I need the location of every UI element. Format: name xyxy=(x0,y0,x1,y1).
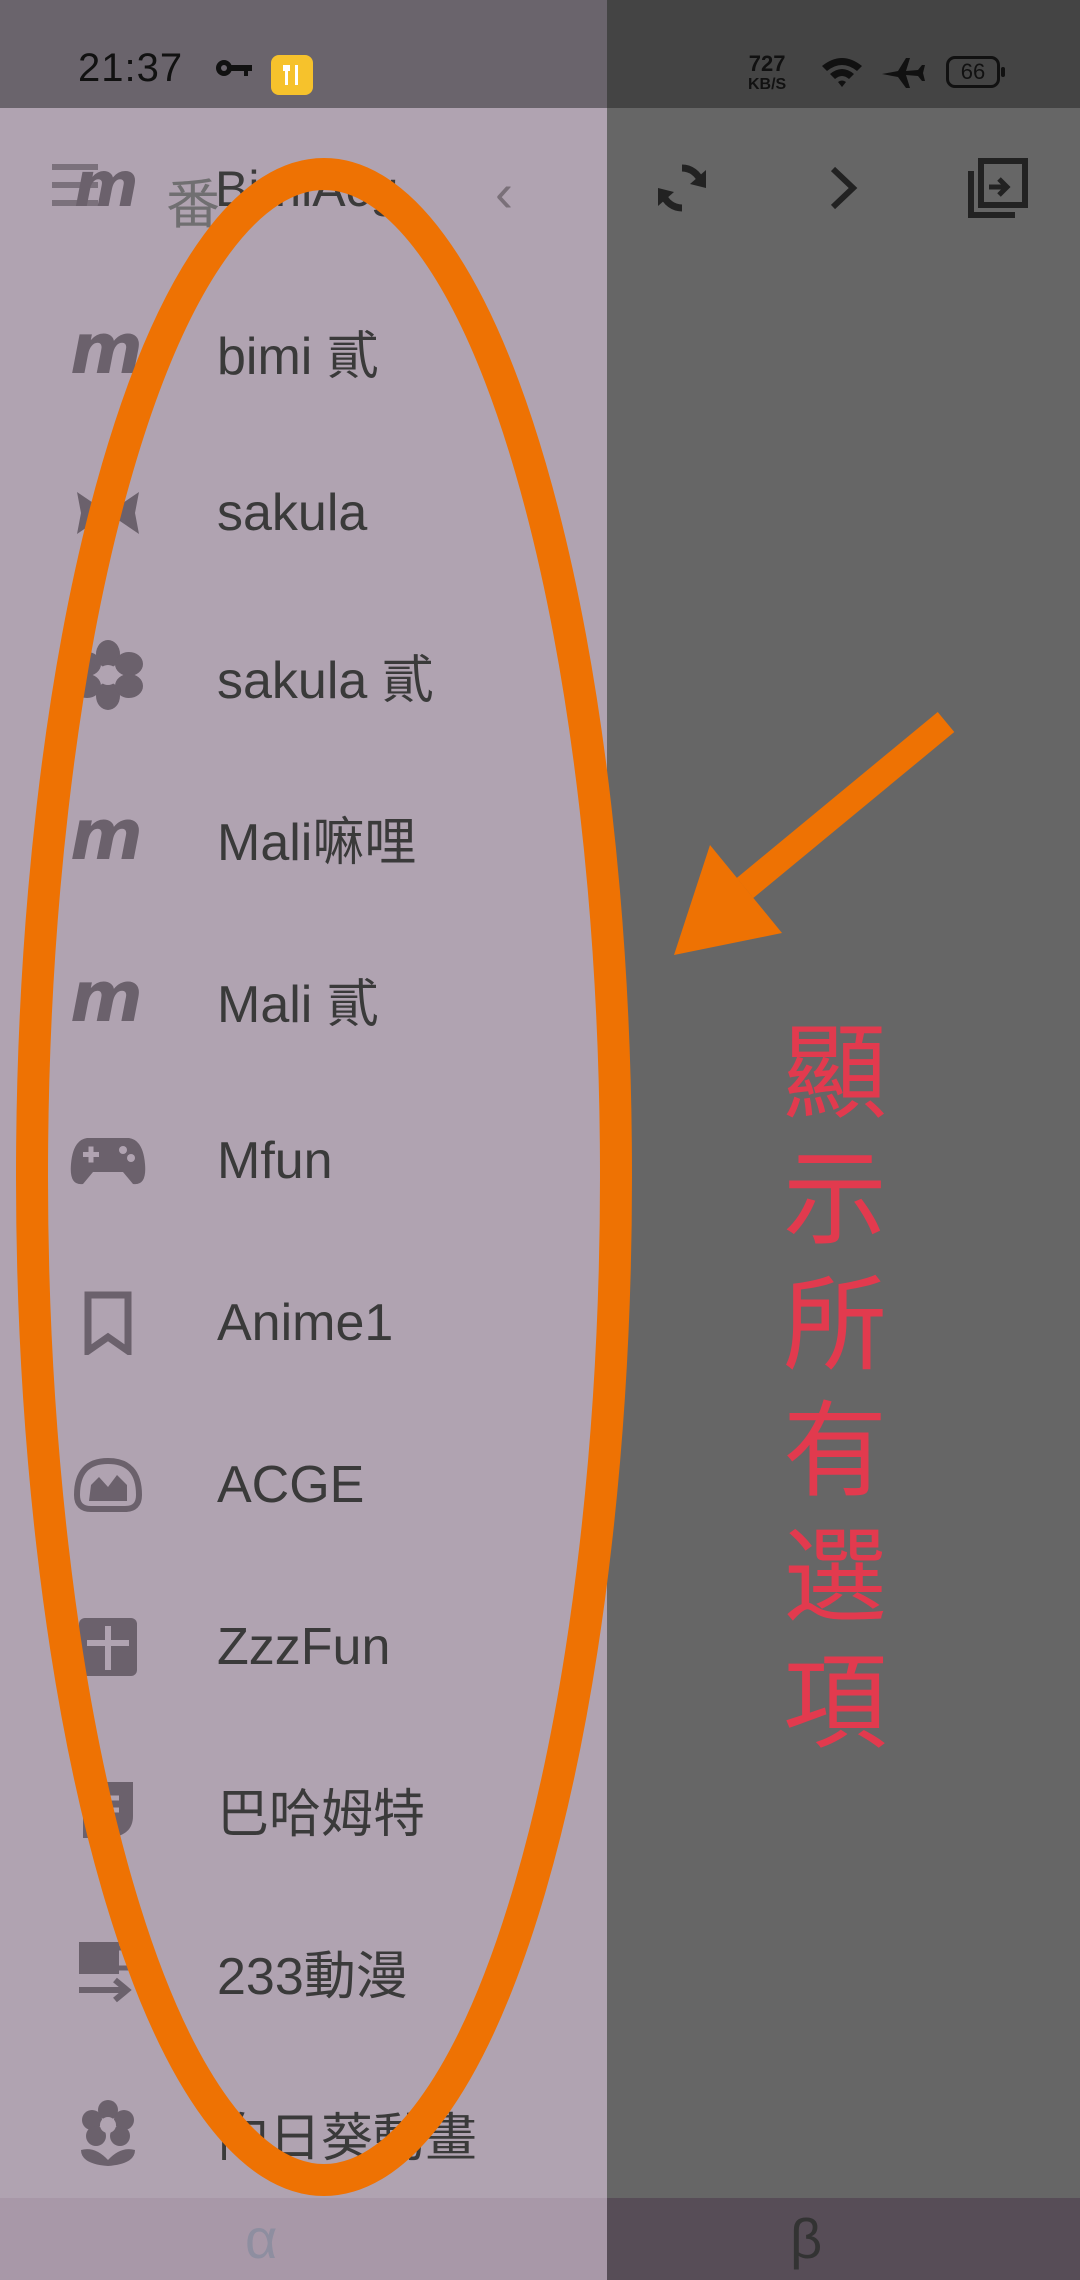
tab-alpha[interactable]: α xyxy=(245,2206,277,2271)
airplane-mode-icon xyxy=(882,58,925,88)
annotation-char: 選 xyxy=(782,1516,887,1638)
svg-text:m: m xyxy=(74,156,139,214)
drawer-item-sakula2[interactable]: sakula 貳 xyxy=(0,594,607,756)
drawer-item-mali2[interactable]: m Mali 貳 xyxy=(0,918,607,1080)
bow-icon xyxy=(68,473,148,553)
annotation-char: 所 xyxy=(782,1264,887,1386)
app-notification-icon xyxy=(271,55,313,95)
drawer-item-label: sakula xyxy=(217,484,368,542)
drawer-item-bimi2[interactable]: m bimi 貳 xyxy=(0,270,607,432)
battery-icon: 66 xyxy=(946,56,1005,88)
annotation-char: 有 xyxy=(782,1390,887,1512)
drawer-item-anime1[interactable]: Anime1 xyxy=(0,1242,607,1404)
drawer-header-title: BimiAcg xyxy=(215,161,399,217)
annotation-char: 項 xyxy=(782,1642,887,1764)
forward-chevron-icon xyxy=(830,166,858,210)
gamepad-icon xyxy=(68,1121,148,1201)
m-logo-icon: m xyxy=(68,311,148,391)
bookmark-icon xyxy=(68,1283,148,1363)
cup-arrow-icon xyxy=(68,1931,148,2011)
drawer-header-prefix: 番 xyxy=(166,175,220,235)
exit-icon xyxy=(968,158,1028,218)
menu-icon[interactable]: m xyxy=(52,156,142,214)
drawer-item-233[interactable]: 233動漫 xyxy=(0,1890,607,2052)
drawer-item-label: Mfun xyxy=(217,1132,333,1190)
drawer-item-sakula[interactable]: sakula xyxy=(0,432,607,594)
wifi-icon xyxy=(822,58,862,87)
forward-button[interactable] xyxy=(808,153,878,223)
drawer-item-label: ACGE xyxy=(217,1456,365,1514)
drawer-item-label: Mali 貳 xyxy=(217,975,379,1034)
drawer-item-label: 233動漫 xyxy=(217,1947,408,2006)
key-icon xyxy=(216,60,252,76)
drawer-item-zzzfun[interactable]: ZzzFun xyxy=(0,1566,607,1728)
drawer-item-mfun[interactable]: Mfun xyxy=(0,1080,607,1242)
main-toolbar xyxy=(607,108,1080,268)
drawer-item-bahamut[interactable]: 巴哈姆特 xyxy=(0,1728,607,1890)
annotation-text: 顯 示 所 有 選 項 xyxy=(782,1010,888,1766)
network-speed-unit: KB/S xyxy=(748,76,787,93)
drawer-item-label: Mali嘛哩 xyxy=(217,813,417,872)
annotation-arrow-head xyxy=(674,845,782,955)
drawer-header: m 番 BimiAcg ‹ xyxy=(0,108,607,270)
drawer-item-label: bimi 貳 xyxy=(217,327,379,386)
drawer-item-sunflower[interactable]: 向日葵動畫 xyxy=(0,2052,607,2198)
network-speed-value: 727 xyxy=(748,51,786,76)
drawer-item-label: ZzzFun xyxy=(217,1618,391,1676)
refresh-button[interactable] xyxy=(647,153,717,223)
drawer-item-acge[interactable]: ACGE xyxy=(0,1404,607,1566)
drawer-item-label: sakula 貳 xyxy=(217,651,434,710)
shield-icon xyxy=(68,1769,148,1849)
plus-box-icon xyxy=(68,1607,148,1687)
network-speed: 727 KB/S xyxy=(748,53,786,95)
drawer-item-mali[interactable]: m Mali嘛哩 xyxy=(0,756,607,918)
svg-text:m: m xyxy=(70,969,143,1029)
refresh-icon xyxy=(658,164,706,212)
status-time: 21:37 xyxy=(78,46,184,90)
m-logo-icon: m xyxy=(68,797,148,877)
bottom-bar-right xyxy=(607,2198,1080,2280)
annotation-arrow-shaft xyxy=(736,711,955,899)
drawer-item-label: Anime1 xyxy=(217,1294,394,1352)
status-bar: 21:37 727 KB/S 66 xyxy=(0,0,1080,108)
basket-icon xyxy=(68,1445,148,1525)
drawer-item-label: 巴哈姆特 xyxy=(217,1785,426,1844)
navigation-drawer: m 番 BimiAcg ‹ m bimi 貳 sakula sakula 貳 m… xyxy=(0,108,607,2198)
bottom-bar-left xyxy=(0,2198,607,2280)
svg-text:m: m xyxy=(70,321,143,381)
drawer-item-label: 向日葵動畫 xyxy=(217,2109,478,2168)
exit-button[interactable] xyxy=(963,153,1033,223)
svg-text:m: m xyxy=(70,807,143,867)
tab-beta[interactable]: β xyxy=(790,2206,822,2271)
annotation-char: 示 xyxy=(782,1138,887,1260)
flower-gear-icon xyxy=(68,635,148,715)
back-chevron-icon[interactable]: ‹ xyxy=(495,162,513,224)
sunflower-icon xyxy=(68,2093,148,2173)
m-logo-icon: m xyxy=(68,959,148,1039)
annotation-char: 顯 xyxy=(782,1012,887,1134)
